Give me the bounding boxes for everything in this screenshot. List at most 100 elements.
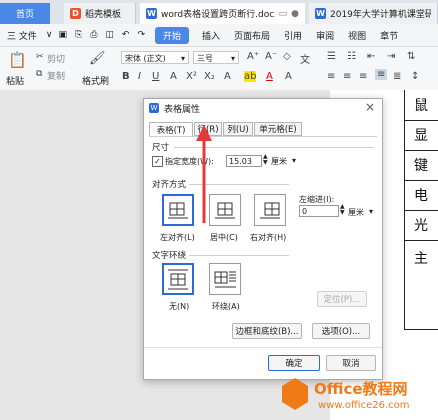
wrap-none-option[interactable]	[162, 263, 194, 295]
print-icon[interactable]: ⎙	[86, 30, 101, 40]
font-name-select[interactable]: 宋体 (正文) ▾	[121, 51, 189, 64]
chevron-down-icon: ▾	[230, 54, 235, 63]
positioning-button[interactable]: 定位(P)...	[317, 291, 367, 307]
table-cell[interactable]: 键	[404, 150, 438, 181]
subscript-icon[interactable]: X₂	[204, 71, 215, 82]
menu-chapter[interactable]: 章节	[373, 29, 405, 42]
cancel-button[interactable]: 取消	[326, 355, 376, 371]
pinyin-icon[interactable]: 文	[300, 51, 310, 66]
tab-document-2019[interactable]: W 2019年大学计算机课堂研讨记录	[309, 3, 438, 24]
left-indent-input[interactable]: 0	[299, 205, 339, 217]
align-right-option[interactable]	[254, 194, 286, 226]
tab-cell[interactable]: 单元格(E)	[254, 122, 302, 136]
cut-icon[interactable]: ✂	[36, 52, 44, 62]
line-spacing-icon[interactable]: ↕	[411, 71, 419, 82]
export-icon[interactable]: ⎘	[71, 30, 86, 40]
shrink-font-icon[interactable]: A⁻	[265, 51, 277, 62]
bullets-icon[interactable]: ☰	[327, 51, 336, 62]
tab-bar: 首页 D 稻壳模板 W word表格设置跨页断行.docx ▭ ● W 2019…	[0, 0, 438, 25]
preview-icon[interactable]: ◫	[101, 30, 118, 40]
align-left-icon[interactable]: ≡	[327, 71, 335, 82]
tab-table[interactable]: 表格(T)	[149, 122, 193, 137]
save-icon[interactable]: ▣	[54, 30, 71, 40]
options-button[interactable]: 选项(O)...	[312, 323, 370, 339]
menu-insert[interactable]: 插入	[195, 29, 227, 42]
chevron-down-icon[interactable]: ▾	[369, 207, 373, 216]
wps-app-icon: W	[149, 103, 159, 113]
indent-spinner[interactable]: ▲ ▼	[340, 204, 345, 216]
watermark-url: www.office26.com	[318, 400, 410, 411]
borders-shading-button[interactable]: 边框和底纹(B)...	[232, 323, 302, 339]
tab-daoke-templates[interactable]: D 稻壳模板	[64, 3, 136, 24]
preferred-width-checkbox[interactable]: ✓	[152, 156, 163, 167]
clear-format-icon[interactable]: ◇	[283, 51, 291, 62]
left-indent-label: 左缩进(I):	[299, 195, 335, 204]
indent-unit-select[interactable]: 厘米	[348, 207, 364, 218]
grow-font-icon[interactable]: A⁺	[247, 51, 259, 62]
tab-column[interactable]: 列(U)	[223, 122, 253, 136]
align-center-icon[interactable]: ≡	[343, 71, 351, 82]
align-right-icon	[260, 202, 280, 219]
superscript-icon[interactable]: X²	[186, 71, 197, 82]
left-indent-value: 0	[302, 207, 308, 216]
tab-monitor-icon[interactable]: ▭	[279, 9, 288, 19]
menu-page-layout[interactable]: 页面布局	[227, 29, 277, 42]
table-cell[interactable]: 电	[404, 180, 438, 211]
char-shading-icon[interactable]: A	[285, 71, 292, 82]
font-size-select[interactable]: 三号 ▾	[193, 51, 239, 64]
tab-document-word-table[interactable]: W word表格设置跨页断行.docx ▭ ●	[140, 3, 305, 24]
font-color-icon[interactable]: A	[266, 71, 273, 82]
bold-icon[interactable]: B	[122, 71, 130, 82]
increase-indent-icon[interactable]: ⇥	[387, 51, 395, 62]
underline-icon[interactable]: U	[152, 71, 159, 82]
font-size-value: 三号	[197, 54, 213, 63]
distributed-icon[interactable]: ≣	[393, 71, 401, 82]
menu-view[interactable]: 视图	[341, 29, 373, 42]
chevron-down-icon[interactable]: ▾	[292, 156, 296, 165]
text-effect-icon[interactable]: A	[224, 71, 231, 82]
align-center-label: 居中(C)	[210, 233, 238, 242]
table-properties-dialog: W 表格属性 × 表格(T) 行(R) 列(U) 单元格(E) 尺寸 ✓ 指定宽…	[143, 98, 383, 380]
table-cell[interactable]: 光	[404, 210, 438, 241]
copy-icon[interactable]: ⧉	[36, 69, 42, 79]
redo-icon[interactable]: ↷	[133, 30, 149, 40]
ok-button[interactable]: 确定	[268, 355, 320, 371]
cut-label[interactable]: 剪切	[47, 52, 65, 65]
highlight-icon[interactable]: ab	[244, 71, 257, 82]
close-icon[interactable]: ×	[365, 100, 375, 114]
tab-pin-icon[interactable]: ●	[291, 9, 299, 19]
menu-review[interactable]: 审阅	[309, 29, 341, 42]
daoke-icon: D	[70, 8, 81, 19]
wrapping-section-label: 文字环绕	[152, 251, 187, 261]
table-cell[interactable]: 鼠	[404, 90, 438, 121]
italic-icon[interactable]: I	[138, 71, 141, 82]
strikethrough-icon[interactable]: A	[170, 71, 177, 82]
section-divider	[189, 255, 289, 256]
menu-file[interactable]: 三 文件	[0, 29, 44, 42]
wrap-none-label: 无(N)	[169, 302, 190, 311]
paste-label[interactable]: 粘贴	[6, 74, 24, 87]
width-spinner[interactable]: ▲ ▼	[263, 154, 268, 166]
dialog-title-bar[interactable]: W 表格属性 ×	[144, 99, 382, 117]
copy-label[interactable]: 复制	[47, 69, 65, 82]
menu-file-dropdown-icon[interactable]: ∨	[44, 30, 55, 40]
sort-icon[interactable]: ⇅	[407, 51, 415, 62]
undo-icon[interactable]: ↶	[118, 30, 134, 40]
align-left-option[interactable]	[162, 194, 194, 226]
table-cell[interactable]: 显	[404, 120, 438, 151]
format-painter-label[interactable]: 格式刷	[82, 74, 109, 87]
table-cell[interactable]: 主	[404, 240, 438, 330]
menu-references[interactable]: 引用	[277, 29, 309, 42]
menu-start[interactable]: 开始	[155, 26, 190, 44]
decrease-indent-icon[interactable]: ⇤	[367, 51, 375, 62]
wrap-around-option[interactable]	[209, 263, 241, 295]
width-unit-select[interactable]: 厘米	[271, 156, 287, 167]
preferred-width-value: 15.03	[229, 157, 252, 166]
paste-icon[interactable]: 📋	[8, 51, 27, 69]
justify-icon[interactable]: ≡	[375, 69, 388, 80]
tab-home[interactable]: 首页	[0, 3, 50, 24]
numbering-icon[interactable]: ☷	[347, 51, 356, 62]
align-right-icon[interactable]: ≡	[359, 71, 367, 82]
preferred-width-input[interactable]: 15.03	[226, 155, 262, 167]
format-painter-icon[interactable]: 🖌	[89, 51, 106, 66]
